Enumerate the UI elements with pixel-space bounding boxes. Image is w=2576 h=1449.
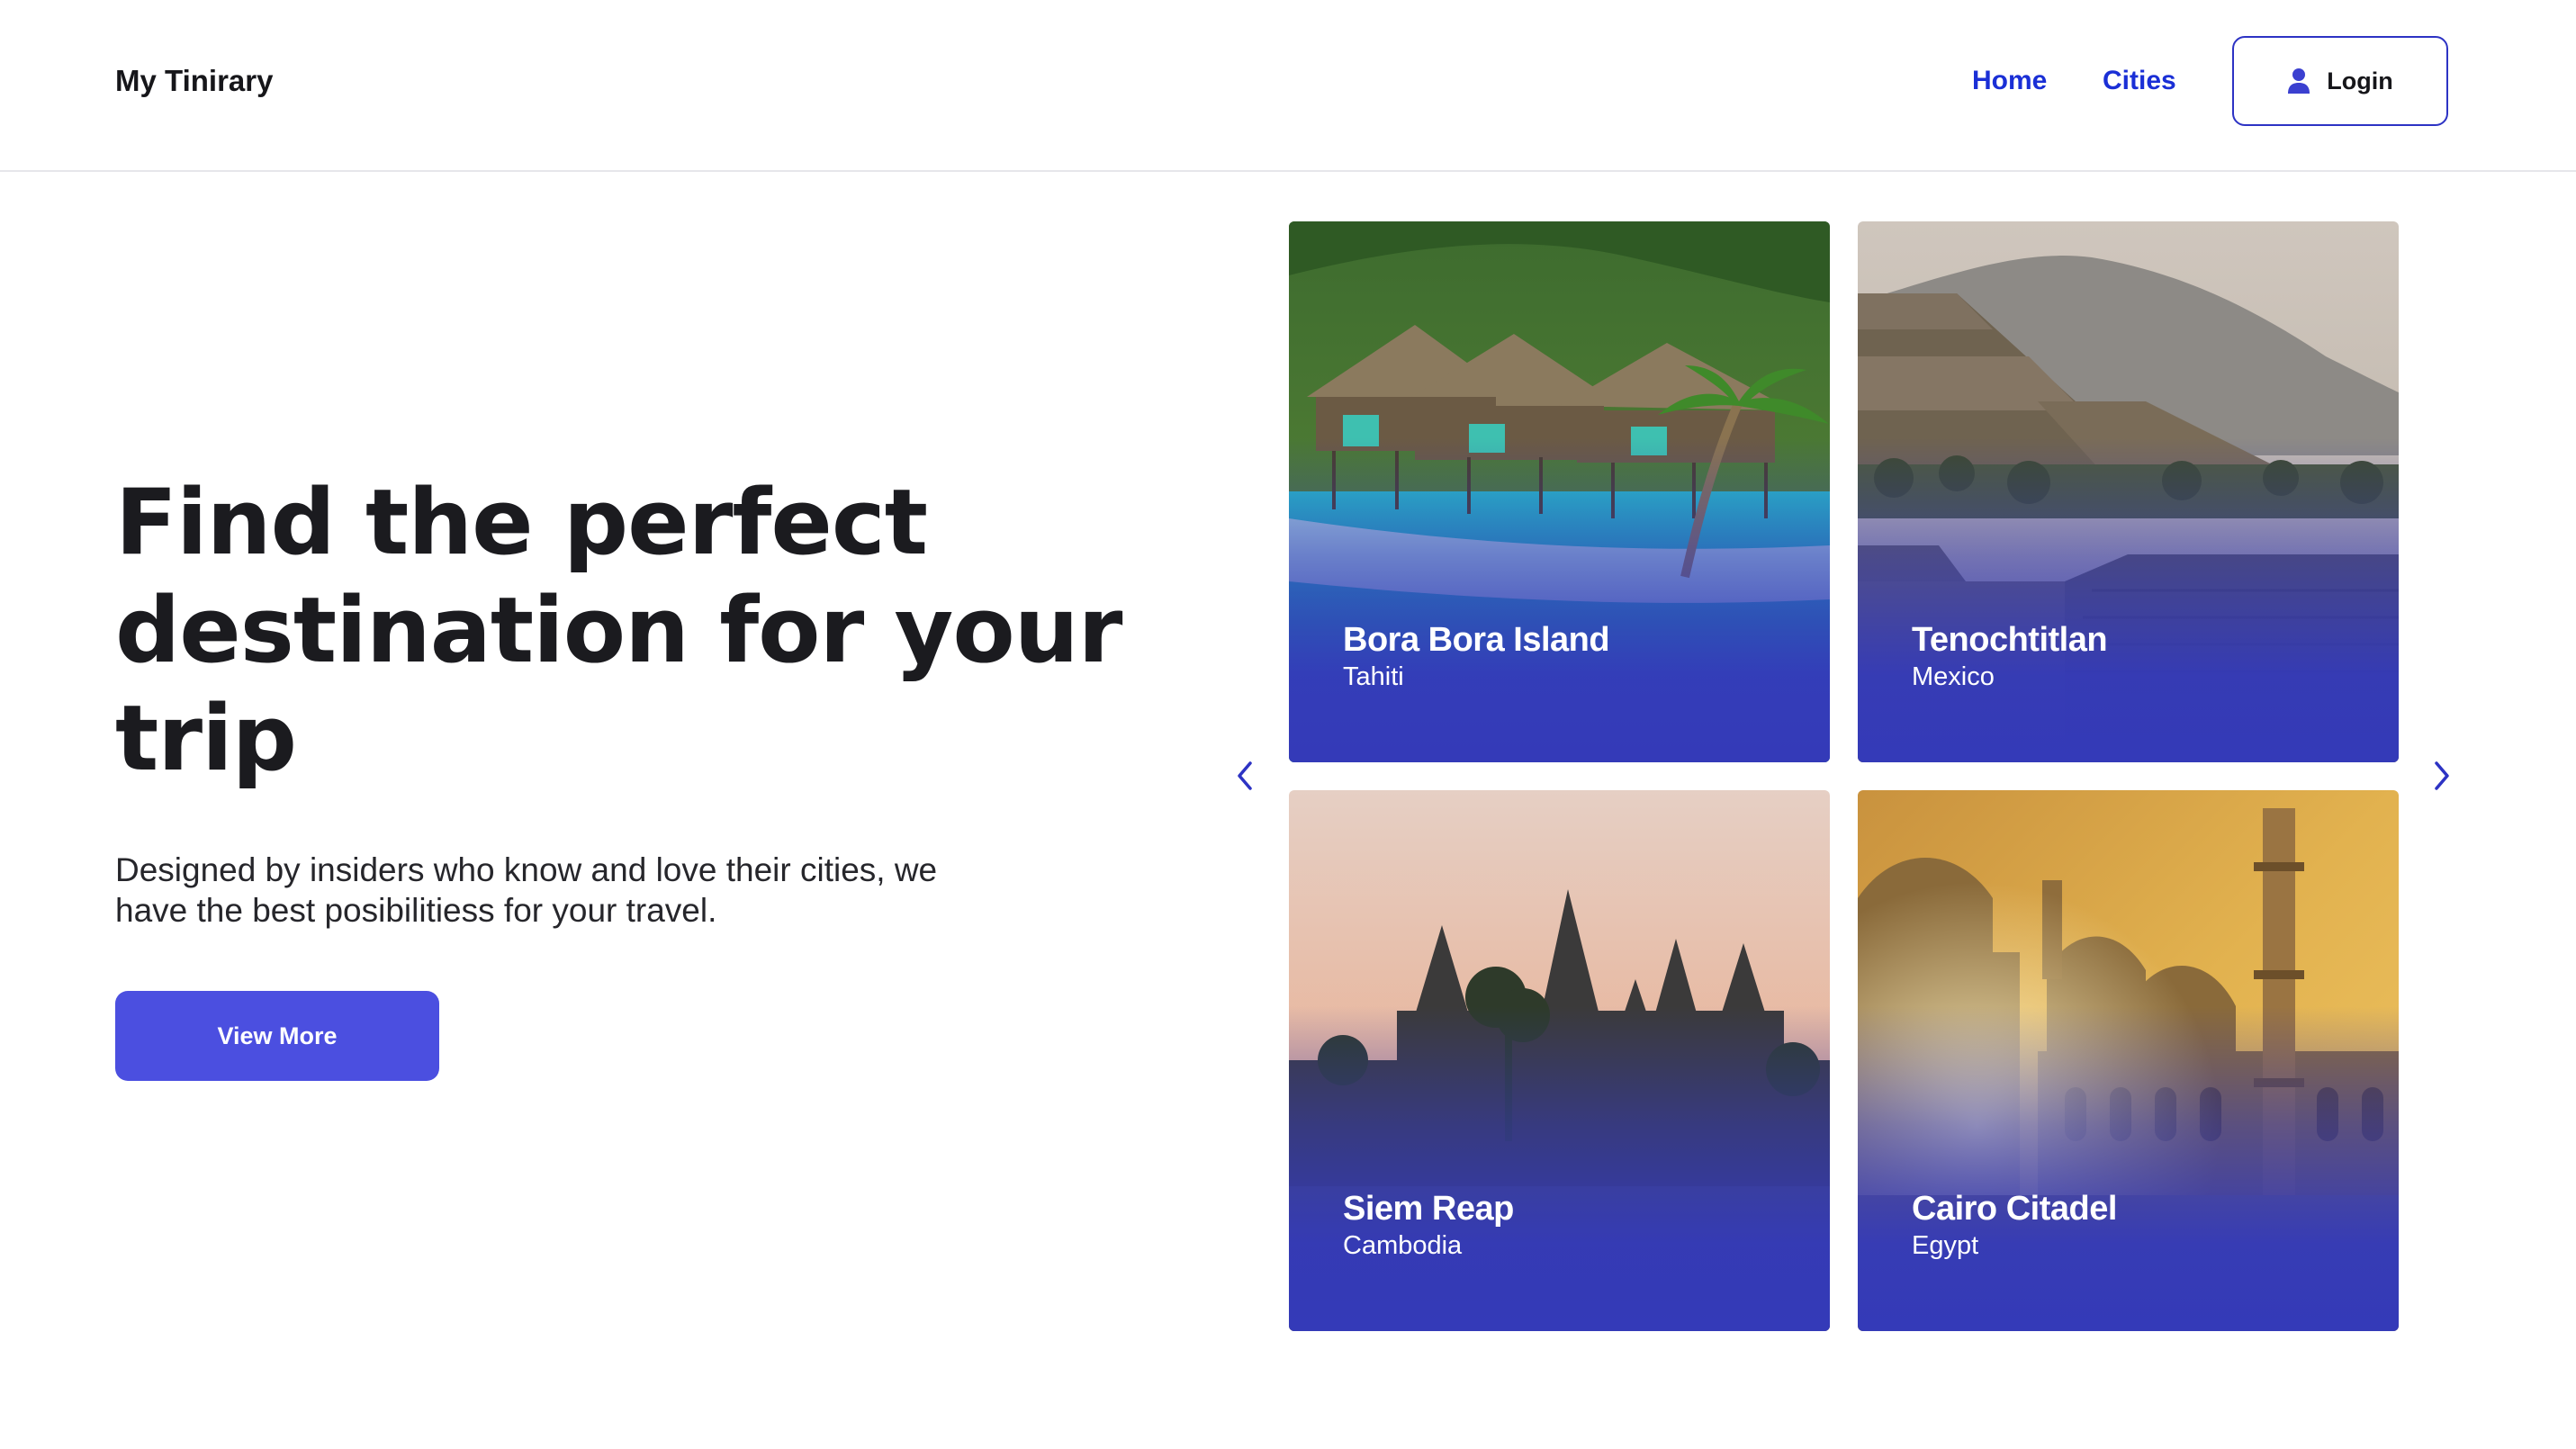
user-icon: [2288, 68, 2310, 94]
nav-link-cities[interactable]: Cities: [2103, 59, 2176, 103]
carousel-prev-button[interactable]: [1227, 754, 1263, 797]
nav-link-home[interactable]: Home: [1972, 59, 2047, 103]
city-card-tenochtitlan[interactable]: Tenochtitlan Mexico: [1858, 221, 2399, 762]
view-more-button[interactable]: View More: [115, 991, 439, 1081]
city-card-country: Tahiti: [1343, 662, 1404, 691]
login-label: Login: [2327, 67, 2393, 94]
city-card-bora-bora[interactable]: Bora Bora Island Tahiti: [1289, 221, 1830, 762]
city-card-name: Tenochtitlan: [1912, 621, 2108, 659]
city-card-siem-reap[interactable]: Siem Reap Cambodia: [1289, 790, 1830, 1331]
hero-subtitle: Designed by insiders who know and love t…: [115, 851, 938, 929]
login-button[interactable]: Login: [2232, 36, 2448, 126]
city-card-name: Siem Reap: [1343, 1190, 1514, 1228]
city-card-cairo-citadel[interactable]: Cairo Citadel Egypt: [1858, 790, 2399, 1331]
city-card-country: Egypt: [1912, 1231, 1979, 1260]
city-card-name: Cairo Citadel: [1912, 1190, 2117, 1228]
city-card-name: Bora Bora Island: [1343, 621, 1610, 659]
hero-title: Find the perfect destination for your tr…: [115, 469, 1122, 791]
chevron-right-icon: [2435, 761, 2449, 790]
chevron-left-icon: [1238, 761, 1252, 790]
site-header: My Tinirary Home Cities Login: [0, 0, 2576, 172]
city-card-country: Mexico: [1912, 662, 1995, 691]
brand-logo-text[interactable]: My Tinirary: [115, 59, 273, 103]
carousel-next-button[interactable]: [2424, 754, 2460, 797]
city-card-country: Cambodia: [1343, 1231, 1463, 1260]
